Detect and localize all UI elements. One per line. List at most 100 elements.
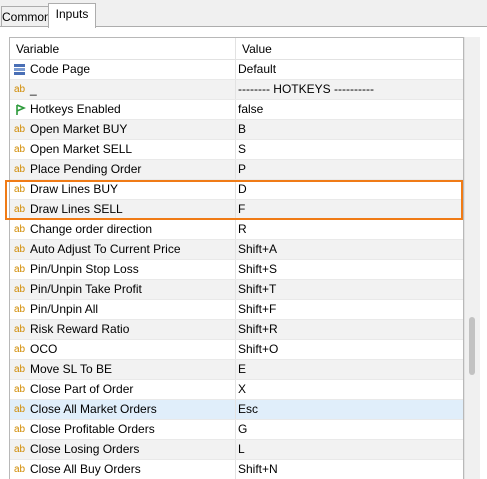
table-row[interactable]: ab Close All Market Orders Esc bbox=[10, 400, 463, 420]
variable-label: Close Losing Orders bbox=[30, 442, 140, 456]
variable-label: Pin/Unpin All bbox=[30, 302, 99, 316]
variable-label: Hotkeys Enabled bbox=[30, 102, 121, 116]
text-type-icon: ab bbox=[14, 84, 26, 95]
variable-label: Change order direction bbox=[30, 222, 153, 236]
table-row[interactable]: ab OCO Shift+O bbox=[10, 340, 463, 360]
value-cell[interactable]: D bbox=[236, 180, 463, 199]
table-row[interactable]: ab Pin/Unpin Take Profit Shift+T bbox=[10, 280, 463, 300]
table-row[interactable]: ab Change order direction R bbox=[10, 220, 463, 240]
table-row[interactable]: ab Pin/Unpin All Shift+F bbox=[10, 300, 463, 320]
tab-common[interactable]: Common bbox=[1, 6, 51, 26]
table-row[interactable]: ab _ -------- HOTKEYS ---------- bbox=[10, 80, 463, 100]
variable-label: Close Part of Order bbox=[30, 382, 134, 396]
value-cell[interactable]: Shift+T bbox=[236, 280, 463, 299]
value-cell[interactable]: Shift+N bbox=[236, 460, 463, 479]
code-page-icon bbox=[14, 64, 25, 75]
table-row[interactable]: ab Open Market BUY B bbox=[10, 120, 463, 140]
variable-cell[interactable]: ab Pin/Unpin All bbox=[10, 300, 236, 319]
variable-cell[interactable]: ab Close All Buy Orders bbox=[10, 460, 236, 479]
value-cell[interactable]: Default bbox=[236, 60, 463, 79]
variable-cell[interactable]: ab Draw Lines SELL bbox=[10, 200, 236, 219]
variable-cell[interactable]: ab Place Pending Order bbox=[10, 160, 236, 179]
variable-cell[interactable]: ab Close Profitable Orders bbox=[10, 420, 236, 439]
text-type-icon: ab bbox=[14, 404, 26, 415]
variable-cell[interactable]: ab Pin/Unpin Stop Loss bbox=[10, 260, 236, 279]
variable-cell[interactable]: ab OCO bbox=[10, 340, 236, 359]
variable-cell[interactable]: ab Close Part of Order bbox=[10, 380, 236, 399]
table-row[interactable]: ab Risk Reward Ratio Shift+R bbox=[10, 320, 463, 340]
tab-inputs[interactable]: Inputs bbox=[48, 3, 96, 28]
text-type-icon: ab bbox=[14, 244, 26, 255]
table-row[interactable]: Hotkeys Enabled false bbox=[10, 100, 463, 120]
table-row[interactable]: ab Draw Lines SELL F bbox=[10, 200, 463, 220]
value-cell[interactable]: false bbox=[236, 100, 463, 119]
value-cell[interactable]: B bbox=[236, 120, 463, 139]
column-header-variable[interactable]: Variable bbox=[10, 38, 236, 60]
table-row[interactable]: ab Close All Buy Orders Shift+N bbox=[10, 460, 463, 479]
column-header-value[interactable]: Value bbox=[236, 38, 463, 60]
table-row[interactable]: ab Draw Lines BUY D bbox=[10, 180, 463, 200]
value-cell[interactable]: Shift+R bbox=[236, 320, 463, 339]
variable-label: Close All Buy Orders bbox=[30, 462, 141, 476]
vertical-scrollbar[interactable] bbox=[464, 37, 480, 479]
table-row[interactable]: ab Open Market SELL S bbox=[10, 140, 463, 160]
variable-cell[interactable]: ab _ bbox=[10, 80, 236, 99]
value-cell[interactable]: L bbox=[236, 440, 463, 459]
variable-label: Auto Adjust To Current Price bbox=[30, 242, 181, 256]
table-row[interactable]: ab Place Pending Order P bbox=[10, 160, 463, 180]
table-row[interactable]: ab Auto Adjust To Current Price Shift+A bbox=[10, 240, 463, 260]
variable-cell[interactable]: Hotkeys Enabled bbox=[10, 100, 236, 119]
value-cell[interactable]: P bbox=[236, 160, 463, 179]
value-cell[interactable]: G bbox=[236, 420, 463, 439]
table-row[interactable]: ab Close Part of Order X bbox=[10, 380, 463, 400]
variable-cell[interactable]: ab Open Market BUY bbox=[10, 120, 236, 139]
value-cell[interactable]: X bbox=[236, 380, 463, 399]
table-row[interactable]: ab Pin/Unpin Stop Loss Shift+S bbox=[10, 260, 463, 280]
variable-cell[interactable]: ab Open Market SELL bbox=[10, 140, 236, 159]
variable-label: Draw Lines SELL bbox=[30, 202, 123, 216]
variable-cell[interactable]: ab Risk Reward Ratio bbox=[10, 320, 236, 339]
table-row[interactable]: ab Move SL To BE E bbox=[10, 360, 463, 380]
variable-label: Code Page bbox=[30, 62, 91, 76]
table-row[interactable]: ab Close Losing Orders L bbox=[10, 440, 463, 460]
table-row[interactable]: ab Close Profitable Orders G bbox=[10, 420, 463, 440]
value-cell[interactable]: F bbox=[236, 200, 463, 219]
grid-header: Variable Value bbox=[10, 38, 463, 60]
text-type-icon: ab bbox=[14, 364, 26, 375]
variable-cell[interactable]: ab Close Losing Orders bbox=[10, 440, 236, 459]
variable-label: Draw Lines BUY bbox=[30, 182, 119, 196]
tab-bar: Common Inputs bbox=[0, 0, 487, 28]
table-row[interactable]: Code Page Default bbox=[10, 60, 463, 80]
value-cell[interactable]: Shift+F bbox=[236, 300, 463, 319]
variable-label: Move SL To BE bbox=[30, 362, 113, 376]
value-cell[interactable]: R bbox=[236, 220, 463, 239]
variable-cell[interactable]: Code Page bbox=[10, 60, 236, 79]
text-type-icon: ab bbox=[14, 284, 26, 295]
value-cell[interactable]: Shift+A bbox=[236, 240, 463, 259]
variable-label: Open Market BUY bbox=[30, 122, 128, 136]
value-cell[interactable]: E bbox=[236, 360, 463, 379]
variable-label: Pin/Unpin Stop Loss bbox=[30, 262, 139, 276]
text-type-icon: ab bbox=[14, 224, 26, 235]
value-cell[interactable]: -------- HOTKEYS ---------- bbox=[236, 80, 463, 99]
variable-cell[interactable]: ab Move SL To BE bbox=[10, 360, 236, 379]
variable-cell[interactable]: ab Draw Lines BUY bbox=[10, 180, 236, 199]
variable-label: Risk Reward Ratio bbox=[30, 322, 130, 336]
value-cell[interactable]: Esc bbox=[236, 400, 463, 419]
flag-icon bbox=[16, 104, 26, 115]
variable-cell[interactable]: ab Close All Market Orders bbox=[10, 400, 236, 419]
text-type-icon: ab bbox=[14, 444, 26, 455]
variable-cell[interactable]: ab Auto Adjust To Current Price bbox=[10, 240, 236, 259]
text-type-icon: ab bbox=[14, 384, 26, 395]
value-cell[interactable]: Shift+S bbox=[236, 260, 463, 279]
text-type-icon: ab bbox=[14, 164, 26, 175]
scrollbar-thumb[interactable] bbox=[469, 317, 475, 375]
text-type-icon: ab bbox=[14, 304, 26, 315]
text-type-icon: ab bbox=[14, 464, 26, 475]
text-type-icon: ab bbox=[14, 344, 26, 355]
variable-cell[interactable]: ab Pin/Unpin Take Profit bbox=[10, 280, 236, 299]
value-cell[interactable]: S bbox=[236, 140, 463, 159]
variable-cell[interactable]: ab Change order direction bbox=[10, 220, 236, 239]
text-type-icon: ab bbox=[14, 264, 26, 275]
value-cell[interactable]: Shift+O bbox=[236, 340, 463, 359]
